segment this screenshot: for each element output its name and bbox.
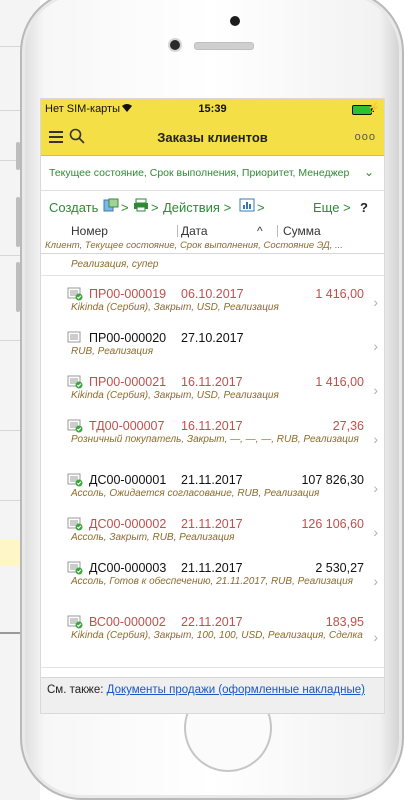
actions-button[interactable]: Действия > xyxy=(163,200,231,215)
clock: 15:39 xyxy=(198,103,227,115)
chevron-right-icon: › xyxy=(373,480,378,496)
order-date: 21.11.2017 xyxy=(181,561,243,575)
chevron-right-icon: › xyxy=(373,294,378,310)
order-sum: 1 416,00 xyxy=(315,375,364,389)
more-button[interactable]: Еще > xyxy=(313,200,351,215)
column-separator xyxy=(277,225,278,237)
order-row[interactable]: ТД00-000007 16.11.2017 27,36 Розничный поку… xyxy=(41,413,384,468)
order-number: ВС00-000002 xyxy=(89,615,166,629)
filter-bar[interactable]: Текущее состояние, Срок выполнения, Прио… xyxy=(41,156,384,191)
mute-switch xyxy=(16,142,20,170)
order-date: 21.11.2017 xyxy=(181,517,243,531)
document-posted-icon xyxy=(67,473,83,487)
page-title: Заказы клиентов xyxy=(157,130,268,145)
nav-bar: Заказы клиентов ooo xyxy=(41,119,384,156)
order-row[interactable]: ПР00-000021 16.11.2017 1 416,00 Kikinda (Се… xyxy=(41,369,384,414)
order-number: ДС00-000001 xyxy=(89,473,167,487)
volume-up-button xyxy=(16,197,20,247)
create-based-on-icon[interactable] xyxy=(103,198,119,212)
column-sum[interactable]: Сумма xyxy=(283,224,321,238)
order-number: ДС00-000003 xyxy=(89,561,167,575)
front-sensor xyxy=(230,16,240,26)
document-posted-icon xyxy=(67,517,83,531)
order-date: 16.11.2017 xyxy=(181,375,243,389)
earpiece-speaker xyxy=(194,42,254,50)
order-date: 21.11.2017 xyxy=(181,473,243,487)
toolbar: Создать > > Действия > > Еще > ? xyxy=(41,195,384,219)
chevron-right-icon: › xyxy=(373,338,378,354)
status-bar: Нет SIM-карты 15:39 ⚡ xyxy=(41,99,384,119)
create-button[interactable]: Создать xyxy=(49,200,98,215)
order-details: Ассоль, Закрыт, RUB, Реализация xyxy=(71,532,235,543)
filter-label: Текущее состояние, Срок выполнения, Прио… xyxy=(49,167,350,179)
chevron-right-icon: › xyxy=(373,382,378,398)
order-date: 16.11.2017 xyxy=(181,419,243,433)
order-details: Ассоль, Ожидается согласование, RUB, Реа… xyxy=(71,488,320,499)
order-date: 06.10.2017 xyxy=(181,287,244,301)
help-button[interactable]: ? xyxy=(360,200,368,215)
order-details: Розничный покупатель, Закрыт, —, —, —, R… xyxy=(71,434,359,445)
order-sum: 1 416,00 xyxy=(315,287,364,301)
document-posted-icon xyxy=(67,375,83,389)
order-number: ПР00-000021 xyxy=(89,375,167,389)
app-screen: Нет SIM-карты 15:39 ⚡ Заказы клиентов oo… xyxy=(40,98,385,714)
report-icon[interactable] xyxy=(239,198,255,212)
order-row[interactable]: ПР00-000020 27.10.2017 RUB, Реализация › xyxy=(41,325,384,370)
order-date: 27.10.2017 xyxy=(181,331,244,345)
order-sum: 183,95 xyxy=(325,615,364,629)
list-item-partial[interactable]: Реализация, супер xyxy=(41,255,384,276)
order-date: 22.11.2017 xyxy=(181,615,243,629)
order-row[interactable]: ДС00-000002 21.11.2017 126 106,60 Ассоль, З… xyxy=(41,511,384,556)
document-posted-icon xyxy=(67,561,83,575)
chevron-right-icon: › xyxy=(373,524,378,540)
column-number[interactable]: Номер xyxy=(71,224,108,238)
document-posted-icon xyxy=(67,615,83,629)
chevron-right-icon: > xyxy=(257,200,265,215)
order-details: RUB, Реализация xyxy=(71,346,154,357)
document-icon xyxy=(67,331,81,343)
order-details: Ассоль, Готов к обеспечению, 21.11.2017,… xyxy=(71,576,353,587)
order-row[interactable]: ПР00-000019 06.10.2017 1 416,00 Kikinda (Се… xyxy=(41,281,384,326)
order-sum: 27,36 xyxy=(332,419,364,433)
chevron-right-icon: › xyxy=(373,431,378,447)
order-details: Kikinda (Сербия), Закрыт, 100, 100, USD,… xyxy=(71,630,363,641)
chevron-right-icon: › xyxy=(373,629,378,645)
sort-ascending-icon[interactable]: ^ xyxy=(257,224,263,238)
order-details: Kikinda (Сербия), Закрыт, USD, Реализаци… xyxy=(71,302,279,313)
column-separator xyxy=(177,225,178,237)
document-posted-icon xyxy=(67,419,83,433)
order-row[interactable]: ВС00-000002 22.11.2017 183,95 Kikinda (Серб… xyxy=(41,609,384,668)
front-camera xyxy=(170,40,180,50)
order-details: Реализация, супер xyxy=(71,259,159,270)
orders-list: Реализация, супер ПР00-000019 06.10.2017 1… xyxy=(41,255,384,675)
order-sum: 126 106,60 xyxy=(301,517,364,531)
document-posted-icon xyxy=(67,287,83,301)
order-row[interactable]: ДС00-000003 21.11.2017 2 530,27 Ассоль, Гот… xyxy=(41,555,384,610)
volume-down-button xyxy=(16,262,20,312)
charging-icon: ⚡ xyxy=(367,103,380,114)
order-number: ПР00-000019 xyxy=(89,287,167,301)
order-row[interactable]: ДС00-000001 21.11.2017 107 826,30 Ассоль, О… xyxy=(41,467,384,512)
column-subtitle: Клиент, Текущее состояние, Срок выполнен… xyxy=(45,240,343,251)
print-icon[interactable] xyxy=(133,198,149,212)
footer: См. также: Документы продажи (оформленны… xyxy=(41,677,384,713)
order-details: Kikinda (Сербия), Закрыт, USD, Реализаци… xyxy=(71,390,279,401)
order-number: ПР00-000020 xyxy=(89,331,167,345)
chevron-right-icon: › xyxy=(373,573,378,589)
more-icon[interactable]: ooo xyxy=(355,131,376,143)
order-sum: 107 826,30 xyxy=(301,473,364,487)
order-number: ТД00-000007 xyxy=(89,419,165,433)
order-number: ДС00-000002 xyxy=(89,517,167,531)
column-header: Номер Дата ^ Сумма Клиент, Текущее состо… xyxy=(41,221,384,254)
order-sum: 2 530,27 xyxy=(315,561,364,575)
chevron-right-icon: > xyxy=(151,200,159,215)
sales-documents-link[interactable]: Документы продажи (оформленные накладные… xyxy=(107,684,365,696)
column-date[interactable]: Дата xyxy=(181,224,208,238)
chevron-right-icon: > xyxy=(121,200,129,215)
chevron-down-icon[interactable]: ⌄ xyxy=(364,165,374,179)
footer-prefix: См. также: xyxy=(47,684,104,696)
